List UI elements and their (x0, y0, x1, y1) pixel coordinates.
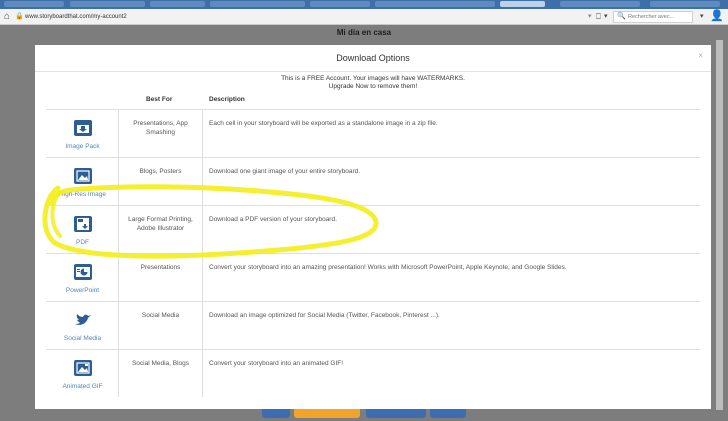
notice-line-1: This is a FREE Account. Your images will… (281, 75, 465, 82)
page-scrollbar[interactable] (716, 40, 723, 410)
browser-tab[interactable] (310, 1, 370, 7)
best-for-cell: Blogs, Posters (119, 158, 203, 205)
pdf-link[interactable]: PDF (46, 239, 119, 246)
social-media-link[interactable]: Social Media (46, 335, 119, 342)
image-pack-icon[interactable] (74, 120, 92, 136)
browser-tab[interactable] (560, 1, 640, 7)
image-pack-link[interactable]: Image Pack (46, 143, 119, 150)
animated-gif-link[interactable]: Animated GIF (46, 383, 119, 390)
pdf-icon[interactable] (74, 216, 92, 232)
table-row: High-Res Image Blogs, Posters Download o… (46, 157, 700, 205)
high-res-image-option[interactable]: High-Res Image (46, 158, 119, 205)
table-row: Image Pack Presentations, App Smashing E… (46, 109, 700, 157)
animated-gif-option[interactable]: Animated GIF (46, 350, 119, 397)
browser-tab[interactable] (4, 1, 64, 7)
modal-title: Download Options (336, 53, 410, 63)
download-options-modal: Download Options × This is a FREE Accoun… (35, 45, 711, 409)
download-options-table: Best For Description Image Pack Presenta… (46, 90, 700, 397)
description-cell: Each cell in your storyboard will be exp… (209, 120, 438, 127)
address-bar: ⌂ 🔒 www.storyboardthat.com/my-account2 ▾… (0, 9, 728, 25)
table-header: Best For Description (46, 90, 700, 109)
pdf-option[interactable]: PDF (46, 206, 119, 253)
best-for-cell: Presentations (119, 254, 203, 301)
table-row: Social Media Social Media Download an im… (46, 301, 700, 349)
account-icon[interactable]: 👤 (710, 10, 724, 22)
browser-search-box[interactable]: 🔍 (613, 11, 693, 23)
chevron-down-icon[interactable]: ▾ (700, 11, 704, 23)
best-for-cell: Presentations, App Smashing (119, 110, 203, 157)
browser-tab[interactable] (70, 1, 145, 7)
table-row: PowerPoint Presentations Convert your st… (46, 253, 700, 301)
browser-tab-strip (0, 0, 728, 9)
browser-tab-active[interactable] (500, 1, 545, 7)
animated-gif-icon[interactable] (74, 360, 92, 376)
twitter-bird-icon[interactable] (74, 312, 92, 328)
column-header-best-for: Best For (146, 96, 173, 103)
browser-tab[interactable] (210, 1, 305, 7)
description-cell: Download an image optimized for Social M… (209, 312, 440, 319)
page-title: Mi dia en casa (336, 28, 392, 37)
powerpoint-option[interactable]: PowerPoint (46, 254, 119, 301)
description-cell: Convert your storyboard into an amazing … (209, 264, 567, 271)
browser-tab[interactable] (375, 1, 495, 7)
description-cell: Download a PDF version of your storyboar… (209, 216, 337, 223)
watermark-notice: This is a FREE Account. Your images will… (35, 72, 711, 91)
high-res-image-link[interactable]: High-Res Image (46, 191, 119, 198)
best-for-cell: Large Format Printing, Adobe Illustrator (119, 206, 203, 253)
social-media-option[interactable]: Social Media (46, 302, 119, 349)
browser-search-input[interactable] (628, 13, 690, 21)
browser-tab[interactable] (650, 1, 720, 7)
description-cell: Convert your storyboard into an animated… (209, 360, 344, 367)
chevron-down-icon[interactable]: ▾ (604, 11, 608, 23)
column-header-description: Description (209, 96, 245, 103)
image-pack-option[interactable]: Image Pack (46, 110, 119, 157)
best-for-cell: Social Media (119, 302, 203, 349)
modal-header: Download Options × (35, 45, 711, 72)
lock-icon: 🔒 (15, 13, 24, 20)
powerpoint-icon[interactable] (74, 264, 92, 280)
table-row: PDF Large Format Printing, Adobe Illustr… (46, 205, 700, 253)
best-for-cell: Social Media, Blogs (119, 350, 203, 397)
close-icon[interactable]: × (698, 45, 703, 67)
browser-tab[interactable] (150, 1, 205, 7)
search-icon: 🔍 (617, 13, 626, 20)
bookmark-icon[interactable]: ⎕ (596, 11, 601, 23)
high-res-image-icon[interactable] (74, 168, 92, 184)
url-field[interactable]: www.storyboardthat.com/my-account2 (25, 12, 127, 22)
dropdown-arrow-icon[interactable]: ▾ (588, 11, 592, 23)
description-cell: Download one giant image of your entire … (209, 168, 361, 175)
table-row: Animated GIF Social Media, Blogs Convert… (46, 349, 700, 397)
powerpoint-link[interactable]: PowerPoint (46, 287, 119, 294)
home-icon[interactable]: ⌂ (4, 11, 10, 23)
